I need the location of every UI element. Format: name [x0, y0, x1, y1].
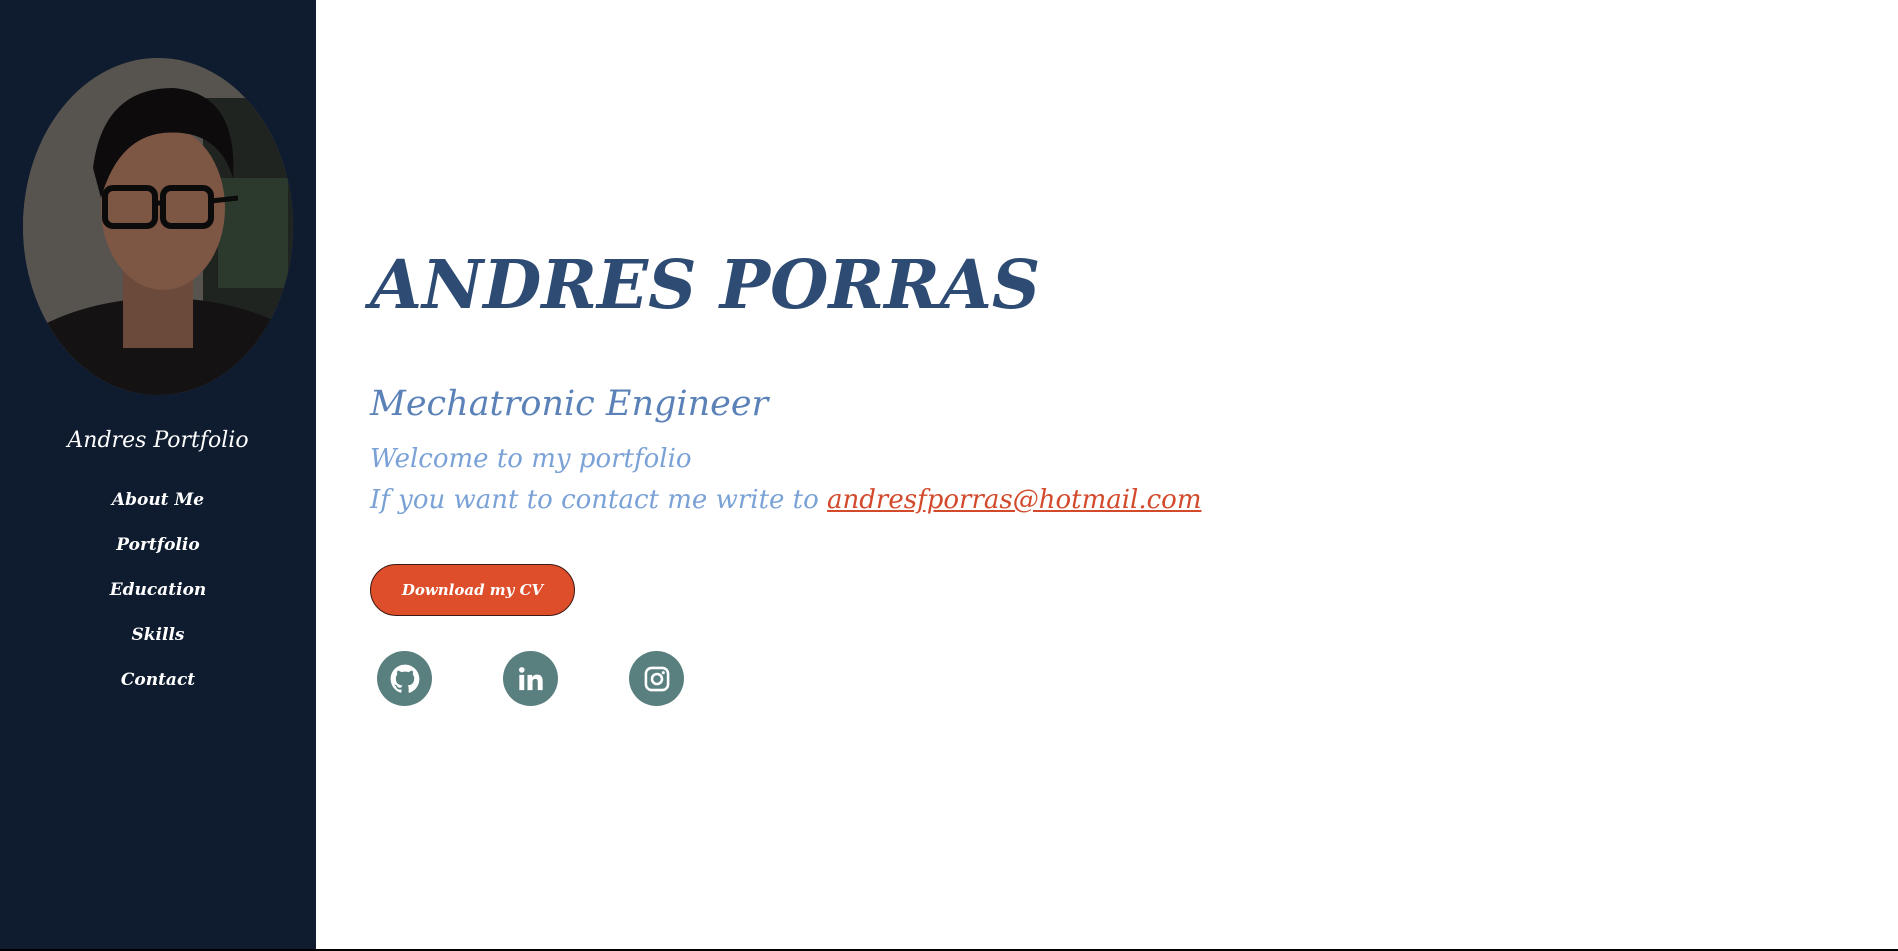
nav-item-skills: Skills: [0, 625, 316, 670]
nav-item-education: Education: [0, 580, 316, 625]
contact-prefix: If you want to contact me write to: [370, 485, 828, 515]
sidebar-nav: About Me Portfolio Education Skills Cont…: [0, 490, 316, 715]
avatar: [23, 58, 293, 395]
contact-line: If you want to contact me write to andre…: [370, 485, 1201, 515]
hero-role: Mechatronic Engineer: [370, 384, 769, 424]
page: Andres Portfolio About Me Portfolio Educ…: [0, 0, 1898, 949]
nav-item-about: About Me: [0, 490, 316, 535]
github-button[interactable]: [377, 651, 432, 706]
site-title: Andres Portfolio: [67, 428, 249, 453]
linkedin-icon: [518, 666, 543, 690]
nav-item-contact: Contact: [0, 670, 316, 715]
nav-item-portfolio: Portfolio: [0, 535, 316, 580]
linkedin-button[interactable]: [503, 651, 558, 706]
welcome-text: Welcome to my portfolio: [370, 444, 692, 474]
instagram-button[interactable]: [629, 651, 684, 706]
nav-link-education[interactable]: Education: [110, 580, 207, 600]
instagram-icon: [644, 666, 669, 691]
nav-link-skills[interactable]: Skills: [131, 625, 184, 645]
download-cv-button[interactable]: Download my CV: [370, 564, 575, 616]
github-icon: [390, 664, 419, 693]
nav-link-contact[interactable]: Contact: [121, 670, 195, 690]
nav-link-about[interactable]: About Me: [112, 490, 204, 510]
email-link[interactable]: andresfporras@hotmail.com: [827, 485, 1201, 515]
nav-link-portfolio[interactable]: Portfolio: [116, 535, 199, 555]
sidebar: Andres Portfolio About Me Portfolio Educ…: [0, 0, 316, 949]
avatar-photo: [23, 58, 293, 395]
hero-name: ANDRES PORRAS: [370, 245, 1041, 324]
